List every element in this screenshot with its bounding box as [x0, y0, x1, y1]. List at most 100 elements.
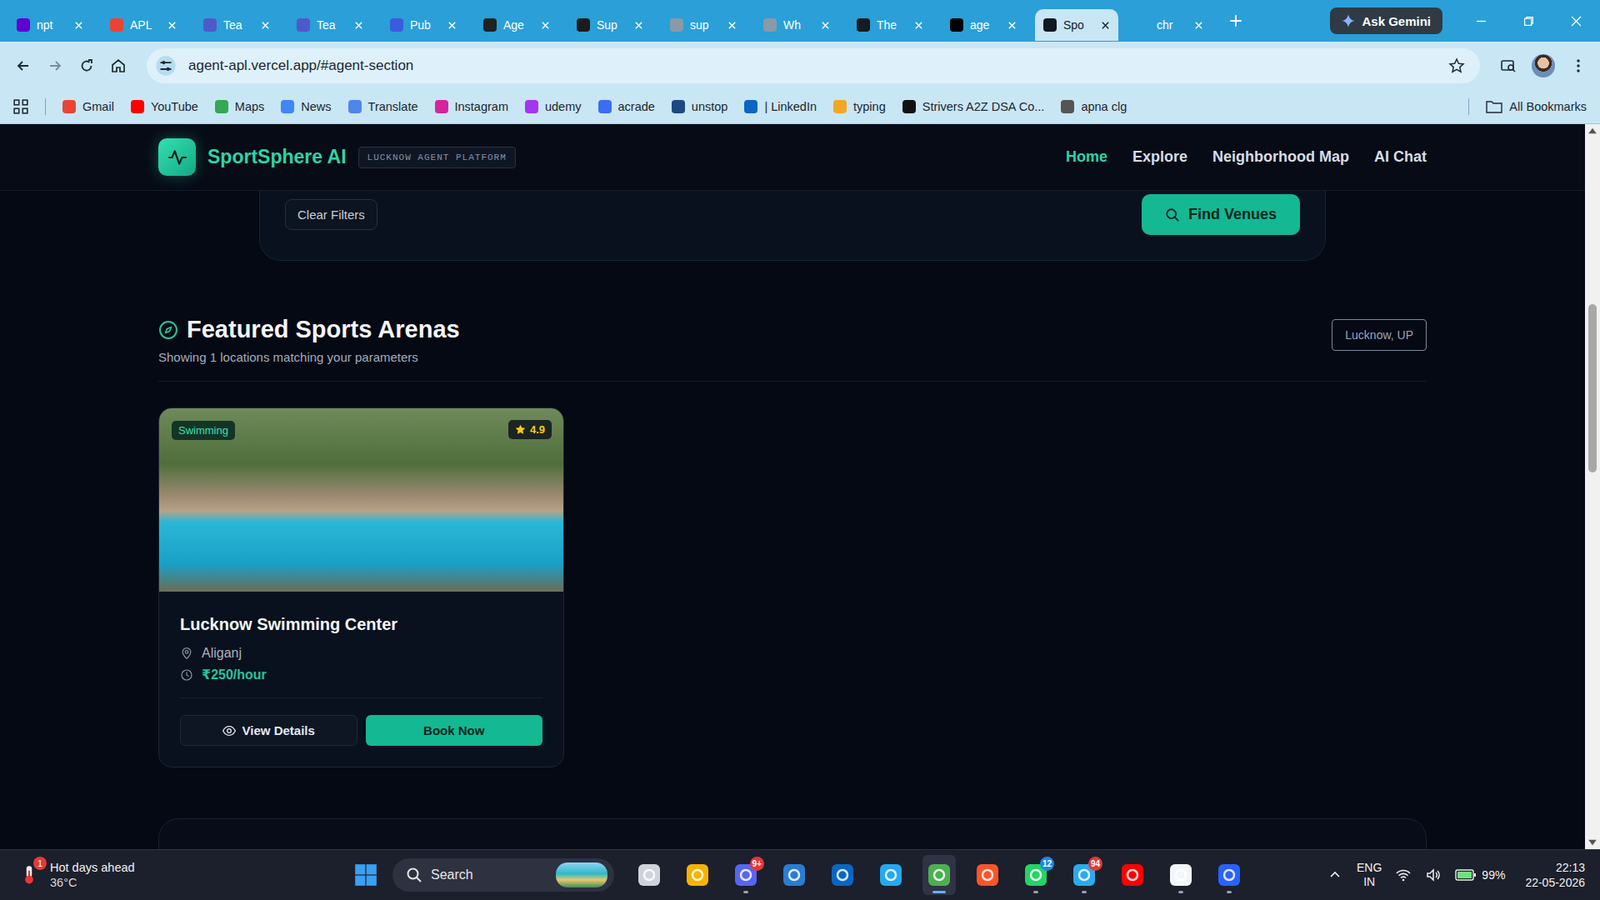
brand[interactable]: SportSphere AILUCKNOW AGENT PLATFORM	[158, 138, 516, 176]
close-icon[interactable]	[447, 20, 457, 30]
close-icon[interactable]	[260, 20, 270, 30]
book-now-button[interactable]: Book Now	[365, 715, 544, 746]
browser-tab[interactable]: Age	[475, 9, 559, 41]
store-app[interactable]	[777, 855, 811, 895]
bookmark[interactable]: YouTube	[130, 100, 199, 114]
nav-link[interactable]: AI Chat	[1374, 148, 1427, 166]
nav-link[interactable]: Home	[1065, 148, 1108, 166]
bookmark[interactable]: Instagram	[435, 100, 509, 114]
all-bookmarks[interactable]: All Bookmarks	[1485, 100, 1587, 114]
brave-app[interactable]	[970, 855, 1005, 895]
close-icon[interactable]	[1194, 20, 1204, 30]
scrollbar[interactable]	[1585, 124, 1600, 850]
close-icon[interactable]	[540, 20, 550, 30]
bookmark[interactable]: udemy	[525, 100, 582, 114]
bookmark[interactable]: acrade	[598, 100, 655, 114]
reload-icon[interactable]	[78, 57, 95, 75]
tab-label: The	[876, 18, 908, 32]
battery-indicator[interactable]: 99%	[1455, 868, 1505, 882]
discord-app[interactable]: 9+	[729, 855, 763, 895]
address-bar[interactable]: agent-apl.vercel.app/#agent-section	[146, 48, 1480, 84]
toolbar: agent-apl.vercel.app/#agent-section	[0, 41, 1600, 90]
browser-tab[interactable]: APL	[101, 9, 185, 41]
tab-search-icon[interactable]	[1500, 57, 1517, 75]
minimize-icon[interactable]	[1475, 15, 1487, 27]
main-nav: Home Explore Neighborhood Map AI Chat	[1065, 148, 1427, 166]
linkedin-app[interactable]	[825, 855, 860, 895]
browser-tab[interactable]: npt	[8, 9, 92, 41]
find-venues-button[interactable]: Find Venues	[1141, 194, 1300, 235]
input-language[interactable]: ENGIN	[1356, 860, 1382, 890]
view-details-button[interactable]: View Details	[180, 715, 358, 746]
close-icon[interactable]	[74, 20, 84, 30]
bookmark[interactable]: Strivers A2Z DSA Co...	[902, 100, 1045, 114]
browser-tab[interactable]: sup	[661, 9, 745, 41]
task-view-app[interactable]	[632, 855, 666, 895]
profile-avatar-icon[interactable]	[1531, 54, 1555, 78]
apps-grid-icon[interactable]	[13, 99, 29, 115]
vscode-app[interactable]	[874, 855, 908, 895]
close-icon[interactable]	[1007, 20, 1017, 30]
nav-link[interactable]: Neighborhood Map	[1212, 148, 1350, 166]
bookmark[interactable]: | LinkedIn	[744, 100, 817, 114]
youtube-app[interactable]	[1115, 855, 1150, 895]
browser-tab[interactable]: Tea	[195, 9, 279, 41]
scroll-thumb[interactable]	[1588, 304, 1597, 473]
restore-icon[interactable]	[1523, 15, 1535, 27]
notification-badge: 1	[33, 856, 47, 870]
clear-filters-button[interactable]: Clear Filters	[285, 199, 378, 230]
bookmark[interactable]: unstop	[671, 100, 729, 114]
browser-tab[interactable]: age	[941, 9, 1025, 41]
speaker-icon[interactable]	[1425, 866, 1442, 884]
browser-tab[interactable]: Pub	[381, 9, 465, 41]
scroll-down-icon[interactable]	[1585, 835, 1600, 850]
browser-tab[interactable]: chr	[1128, 9, 1212, 41]
menu-icon[interactable]	[1570, 57, 1587, 75]
task-view-icon	[637, 863, 661, 887]
wifi-icon[interactable]	[1395, 866, 1412, 884]
close-icon[interactable]	[354, 20, 364, 30]
browser-tab[interactable]: Sup	[568, 9, 652, 41]
browser-tab[interactable]: Wh	[755, 9, 839, 41]
app-a-app[interactable]	[1164, 855, 1198, 895]
telegram-app[interactable]: 94	[1067, 855, 1101, 895]
clock[interactable]: 22:1322-05-2026	[1525, 860, 1585, 890]
browser-tab[interactable]: The	[848, 9, 932, 41]
bookmark[interactable]: News	[280, 100, 331, 114]
browser-tab[interactable]: Tea	[288, 9, 372, 41]
bookmark[interactable]: Gmail	[62, 100, 115, 114]
bookmark[interactable]: Maps	[215, 100, 265, 114]
taskbar-search[interactable]: Search	[392, 858, 615, 892]
nav-link[interactable]: Explore	[1132, 148, 1188, 166]
location-chip[interactable]: Lucknow, UP	[1331, 319, 1427, 351]
windows-start-icon[interactable]	[354, 863, 378, 887]
close-icon[interactable]	[914, 20, 924, 30]
file-explorer-app[interactable]	[680, 855, 715, 895]
scroll-up-icon[interactable]	[1585, 124, 1600, 138]
browser-tab[interactable]: Spo	[1035, 9, 1119, 41]
close-icon[interactable]	[1100, 20, 1110, 30]
close-icon[interactable]	[634, 20, 644, 30]
bookmark[interactable]: Translate	[348, 100, 419, 114]
close-icon[interactable]	[727, 20, 737, 30]
home-icon[interactable]	[110, 57, 127, 75]
forward-icon[interactable]	[46, 57, 64, 75]
site-info-icon[interactable]	[155, 55, 177, 77]
ask-gemini-button[interactable]: Ask Gemini	[1330, 7, 1443, 35]
chevron-up-icon[interactable]	[1326, 866, 1344, 884]
bookmark[interactable]: typing	[833, 100, 886, 114]
bookmark-favicon-icon	[902, 100, 916, 114]
chrome-app[interactable]	[922, 855, 956, 895]
linkedin-icon	[830, 863, 855, 887]
back-icon[interactable]	[15, 57, 32, 75]
close-icon[interactable]	[167, 20, 177, 30]
bookmark-star-icon[interactable]	[1448, 57, 1465, 75]
bookmark-favicon-icon	[130, 100, 145, 114]
bookmark[interactable]: apna clg	[1060, 100, 1127, 114]
close-window-icon[interactable]	[1570, 15, 1582, 27]
plus-icon[interactable]	[1228, 13, 1244, 29]
whatsapp-app[interactable]: 12	[1019, 855, 1053, 895]
app-b-app[interactable]	[1212, 855, 1246, 895]
close-icon[interactable]	[820, 20, 830, 30]
weather-widget[interactable]: 1Hot days ahead36°C	[18, 860, 355, 890]
